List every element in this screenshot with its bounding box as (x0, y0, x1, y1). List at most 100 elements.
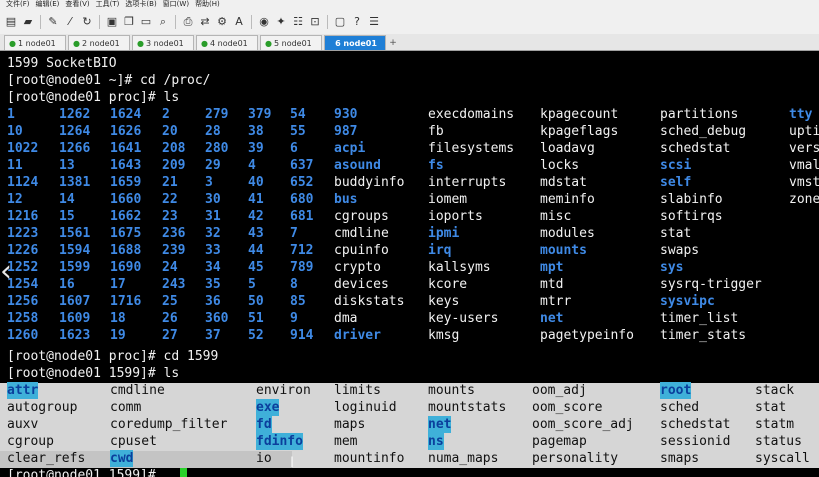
settings-icon[interactable]: ⚙ (215, 15, 229, 29)
menu-item[interactable]: 选项卡(B) (125, 0, 156, 8)
proc-entry: 1641 (110, 141, 142, 156)
session-tab[interactable]: 6 node01 (324, 35, 386, 50)
proc-entry: filesystems (428, 141, 515, 156)
menu-item[interactable]: 查看(V) (65, 0, 89, 8)
tunnel-icon[interactable]: ✦ (274, 15, 288, 29)
proc-entry: 1561 (59, 226, 91, 241)
proc-entry: 243 (162, 277, 186, 292)
session-tab-label: 1 node01 (17, 39, 56, 48)
chevron-left-icon[interactable]: ‹ (0, 252, 22, 292)
proc-entry: 28 (205, 124, 221, 139)
proc-entry: 1124 (7, 175, 39, 190)
pid-entry: loginuid (334, 400, 397, 415)
transfer-icon[interactable]: ⇄ (198, 15, 212, 29)
proc-entry: 4 (248, 158, 256, 173)
reconnect-icon[interactable]: ↻ (80, 15, 94, 29)
new-tab-button[interactable]: + (388, 37, 398, 50)
proc-entry: 1607 (59, 294, 91, 309)
keymap-icon[interactable]: ☷ (291, 15, 305, 29)
disconnect-icon[interactable]: ⁄ (63, 15, 77, 29)
copy-icon[interactable]: ❐ (122, 15, 136, 29)
proc-entry: buddyinfo (334, 175, 405, 190)
session-tab-bar: ● 1 node01 ● 2 node01 ● 3 node01 ● 4 node01 ● 5 n… (0, 34, 819, 51)
terminal-line: [root@node01 1599]# ls (7, 366, 180, 381)
terminal-cursor (180, 468, 187, 477)
pid-entry: attr (7, 382, 39, 399)
terminal-area[interactable]: 1599 SocketBIO [root@node01 ~]# cd /proc… (0, 52, 819, 477)
script-icon[interactable]: A (232, 15, 246, 29)
session-tab[interactable]: ● 3 node01 (132, 35, 194, 50)
proc-entry: 1266 (59, 141, 91, 156)
proc-entry: diskstats (334, 294, 405, 309)
session-tab-label: 3 node01 (145, 39, 184, 48)
proc-entry: cgroups (334, 209, 389, 224)
menu-item[interactable]: 编辑(E) (36, 0, 60, 8)
open-folder-icon[interactable]: ▰ (21, 15, 35, 29)
proc-entry: softirqs (660, 209, 723, 224)
proc-entry: 21 (162, 175, 178, 190)
proc-entry: 1690 (110, 260, 142, 275)
proc-entry: kallsyms (428, 260, 491, 275)
proc-entry: 712 (290, 243, 314, 258)
proc-entry: tty (789, 107, 813, 122)
terminal-prompt: [root@node01 1599]# (7, 468, 164, 477)
lock-icon[interactable]: ⊡ (308, 15, 322, 29)
sftp-icon[interactable]: ◉ (257, 15, 271, 29)
proc-entry: mtd (540, 277, 564, 292)
proc-entry: schedstat (660, 141, 731, 156)
menu-bar: 文件(F) 编辑(E) 查看(V) 工具(T) 选项卡(B) 窗口(W) 帮助(H) (0, 0, 819, 9)
proc-entry: 31 (205, 209, 221, 224)
pid-entry: maps (334, 417, 366, 432)
pid-entry: exe (256, 399, 280, 416)
proc-entry: upti (789, 124, 819, 139)
menu-item[interactable]: 窗口(W) (163, 0, 189, 8)
proc-entry: 15 (59, 209, 75, 224)
proc-entry: asound (334, 158, 381, 173)
menu-item[interactable]: 工具(T) (96, 0, 120, 8)
help-icon[interactable]: ? (350, 15, 364, 29)
proc-entry: 6 (290, 141, 298, 156)
proc-entry: timer_stats (660, 328, 747, 343)
proc-entry: mdstat (540, 175, 587, 190)
menu-item[interactable]: 帮助(H) (195, 0, 220, 8)
terminal-line: 1599 SocketBIO (7, 56, 117, 71)
proc-entry: 23 (162, 209, 178, 224)
session-tab[interactable]: ● 5 node01 (260, 35, 322, 50)
proc-entry: 1264 (59, 124, 91, 139)
proc-entry: 1688 (110, 243, 142, 258)
proc-entry: meminfo (540, 192, 595, 207)
print-icon[interactable]: ⎙ (181, 15, 195, 29)
proc-entry: 379 (248, 107, 272, 122)
proc-entry: 1659 (110, 175, 142, 190)
proc-entry: 29 (205, 158, 221, 173)
session-tab[interactable]: ● 1 node01 (4, 35, 66, 50)
pid-entry: oom_score (532, 400, 603, 415)
connect-icon[interactable]: ✎ (46, 15, 60, 29)
session-tab[interactable]: ● 4 node01 (196, 35, 258, 50)
proc-entry: interrupts (428, 175, 507, 190)
proc-entry: 8 (290, 277, 298, 292)
new-session-icon[interactable]: ▤ (4, 15, 18, 29)
proc-entry: 54 (290, 107, 306, 122)
paste-icon[interactable]: ▭ (139, 15, 153, 29)
find-icon[interactable]: ⌕ (156, 15, 170, 29)
pid-entry: cpuset (110, 434, 157, 449)
pid-entry: ns (428, 433, 444, 450)
menu-item[interactable]: 文件(F) (6, 0, 30, 8)
proc-entry: 1022 (7, 141, 39, 156)
pid-entry: syscall (755, 451, 810, 466)
proc-entry: 1626 (110, 124, 142, 139)
proc-entry: kcore (428, 277, 468, 292)
fullscreen-icon[interactable]: ▢ (333, 15, 347, 29)
properties-icon[interactable]: ▣ (105, 15, 119, 29)
proc-entry: ioports (428, 209, 483, 224)
pid-entry: stack (755, 383, 795, 398)
proc-entry: irq (428, 243, 452, 258)
chat-icon[interactable]: ☰ (367, 15, 381, 29)
status-dot-icon: ● (9, 39, 16, 48)
session-tab[interactable]: ● 2 node01 (68, 35, 130, 50)
proc-entry: 789 (290, 260, 314, 275)
proc-entry: 41 (248, 192, 264, 207)
proc-entry: 13 (59, 158, 75, 173)
proc-entry: 1716 (110, 294, 142, 309)
